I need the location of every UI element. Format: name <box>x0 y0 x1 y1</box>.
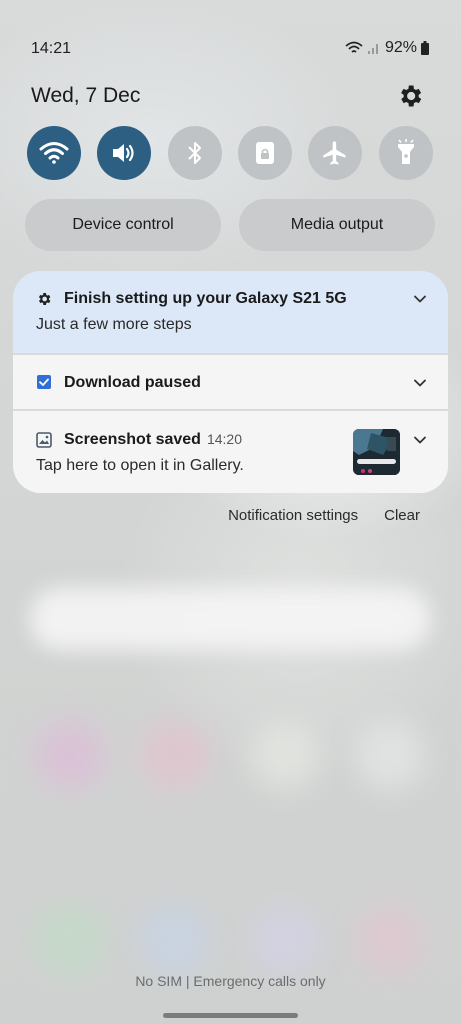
notification-time: 14:20 <box>206 431 242 447</box>
chevron-down-icon[interactable] <box>412 291 428 307</box>
blurred-app-icon <box>250 720 320 790</box>
notification-subtitle: Just a few more steps <box>36 316 192 333</box>
notification-settings-button[interactable]: Notification settings <box>228 507 358 524</box>
blurred-app-icon <box>140 720 210 790</box>
device-control-button[interactable]: Device control <box>25 199 221 251</box>
notification-title-row: Screenshot saved 14:20 <box>64 431 242 449</box>
chevron-down-icon[interactable] <box>412 432 428 448</box>
notification-subtitle: Tap here to open it in Gallery. <box>36 457 244 474</box>
clear-button[interactable]: Clear <box>384 507 420 524</box>
blurred-search-bar <box>30 588 430 650</box>
bluetooth-icon <box>188 142 201 164</box>
bluetooth-toggle[interactable] <box>168 126 222 180</box>
navigation-handle[interactable] <box>163 1013 298 1018</box>
lock-icon <box>256 142 274 164</box>
notification-setup[interactable]: Finish setting up your Galaxy S21 5G Jus… <box>13 271 448 353</box>
blurred-app-icon <box>355 720 425 790</box>
media-output-button[interactable]: Media output <box>239 199 435 251</box>
flashlight-icon <box>398 139 414 164</box>
gallery-icon <box>36 432 52 448</box>
gear-icon <box>38 293 51 305</box>
notification-title: Finish setting up your Galaxy S21 5G <box>64 290 347 307</box>
signal-icon <box>367 44 378 54</box>
chevron-down-icon[interactable] <box>412 375 428 391</box>
status-bar: 14:21 92% <box>0 0 461 60</box>
blurred-dock-icon <box>355 905 425 975</box>
date-label: Wed, 7 Dec <box>31 84 141 107</box>
screenshot-preview-image <box>353 429 400 475</box>
wifi-icon <box>39 142 69 164</box>
blurred-dock-icon <box>140 905 210 975</box>
speaker-icon <box>113 144 134 162</box>
screenshot-thumbnail[interactable] <box>353 429 400 475</box>
status-icons: 92% <box>345 39 429 57</box>
blurred-app-icon <box>35 720 105 790</box>
airplane-icon <box>323 141 346 165</box>
wifi-toggle[interactable] <box>27 126 81 180</box>
notification-screenshot[interactable]: Screenshot saved 14:20 Tap here to open i… <box>13 411 448 493</box>
flashlight-toggle[interactable] <box>379 126 433 180</box>
notification-group: Finish setting up your Galaxy S21 5G Jus… <box>13 271 448 493</box>
gear-icon[interactable] <box>396 82 424 110</box>
notification-title: Download paused <box>64 374 201 391</box>
wifi-icon <box>345 41 363 53</box>
sound-toggle[interactable] <box>97 126 151 180</box>
blurred-dock-icon <box>250 905 320 975</box>
notification-download[interactable]: Download paused <box>13 355 448 409</box>
notification-actions: Notification settings Clear <box>228 507 420 524</box>
network-status: No SIM | Emergency calls only <box>135 973 326 989</box>
checkbox-icon <box>37 375 51 389</box>
quick-settings-tiles <box>27 126 433 180</box>
rotation-lock-toggle[interactable] <box>238 126 292 180</box>
notification-title: Screenshot saved <box>64 431 201 448</box>
blurred-dock-icon <box>35 905 105 975</box>
status-time: 14:21 <box>31 40 72 57</box>
battery-percentage: 92% <box>384 39 417 56</box>
battery-icon <box>421 41 429 55</box>
airplane-mode-toggle[interactable] <box>308 126 362 180</box>
